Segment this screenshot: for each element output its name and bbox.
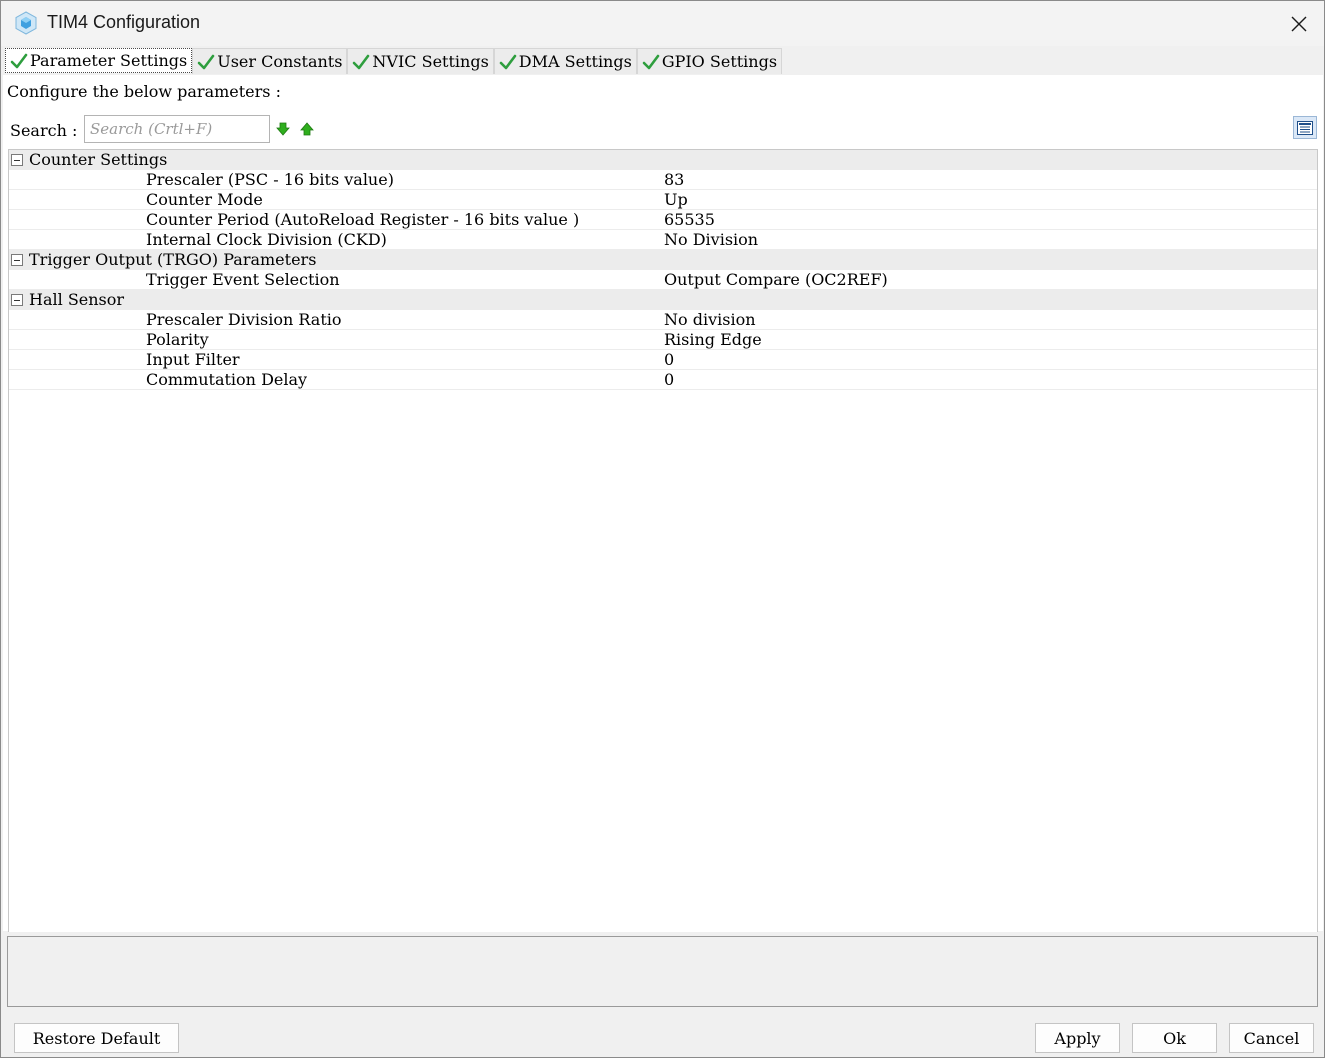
check-icon xyxy=(10,53,28,68)
check-icon xyxy=(499,54,517,69)
param-row-prescaler[interactable]: Prescaler (PSC - 16 bits value) 83 xyxy=(9,170,1317,190)
window-title: TIM4 Configuration xyxy=(47,12,201,32)
search-label: Search : xyxy=(10,121,78,140)
param-value[interactable]: 65535 xyxy=(664,210,715,230)
param-name: Commutation Delay xyxy=(146,370,308,389)
group-label: Counter Settings xyxy=(29,150,168,169)
cancel-button[interactable]: Cancel xyxy=(1229,1023,1314,1053)
tab-parameter-settings[interactable]: Parameter Settings xyxy=(5,48,193,73)
param-row-input-filter[interactable]: Input Filter 0 xyxy=(9,350,1317,370)
param-row-polarity[interactable]: Polarity Rising Edge xyxy=(9,330,1317,350)
group-label: Trigger Output (TRGO) Parameters xyxy=(29,250,317,269)
group-label: Hall Sensor xyxy=(29,290,125,309)
param-value[interactable]: Up xyxy=(664,190,688,210)
dialog-window: TIM4 Configuration Parameter Settings Us… xyxy=(0,0,1325,1058)
param-name: Polarity xyxy=(146,330,209,349)
tab-label: NVIC Settings xyxy=(372,52,489,71)
tab-label: Parameter Settings xyxy=(30,51,188,70)
tab-bar: Parameter Settings User Constants NVIC S… xyxy=(5,48,783,74)
search-input[interactable] xyxy=(84,115,270,143)
param-row-counter-mode[interactable]: Counter Mode Up xyxy=(9,190,1317,210)
parameter-tree: Counter Settings Prescaler (PSC - 16 bit… xyxy=(8,149,1318,932)
group-hall-sensor: Hall Sensor xyxy=(9,290,1317,310)
tab-content-panel: Configure the below parameters : Search … xyxy=(3,75,1323,932)
check-icon xyxy=(642,54,660,69)
param-value[interactable]: 83 xyxy=(664,170,684,190)
check-icon xyxy=(197,54,215,69)
tab-label: GPIO Settings xyxy=(661,52,778,71)
collapse-icon[interactable] xyxy=(11,154,23,166)
param-value[interactable]: Output Compare (OC2REF) xyxy=(664,270,888,290)
param-name: Prescaler (PSC - 16 bits value) xyxy=(146,170,394,189)
param-name: Counter Mode xyxy=(146,190,263,209)
param-name: Input Filter xyxy=(146,350,240,369)
configure-label: Configure the below parameters : xyxy=(7,82,281,101)
close-icon xyxy=(1291,16,1307,32)
param-name: Internal Clock Division (CKD) xyxy=(146,230,387,249)
group-counter-settings: Counter Settings xyxy=(9,150,1317,170)
list-view-icon xyxy=(1297,120,1313,135)
param-value[interactable]: 0 xyxy=(664,350,674,370)
close-button[interactable] xyxy=(1281,6,1317,42)
collapse-icon[interactable] xyxy=(11,254,23,266)
arrow-down-icon[interactable] xyxy=(276,122,290,136)
cube-app-icon xyxy=(15,11,37,35)
tab-gpio-settings[interactable]: GPIO Settings xyxy=(636,48,783,74)
group-trigger-output: Trigger Output (TRGO) Parameters xyxy=(9,250,1317,270)
param-row-trigger-event[interactable]: Trigger Event Selection Output Compare (… xyxy=(9,270,1317,290)
param-value[interactable]: No division xyxy=(664,310,756,330)
param-value[interactable]: Rising Edge xyxy=(664,330,762,350)
description-toggle-button[interactable] xyxy=(1293,116,1317,139)
tab-nvic-settings[interactable]: NVIC Settings xyxy=(347,48,494,74)
arrow-up-icon[interactable] xyxy=(300,122,314,136)
param-row-counter-period[interactable]: Counter Period (AutoReload Register - 16… xyxy=(9,210,1317,230)
ok-button[interactable]: Ok xyxy=(1132,1023,1217,1053)
check-icon xyxy=(353,54,370,69)
tab-user-constants[interactable]: User Constants xyxy=(192,48,348,74)
param-row-prescaler-division-ratio[interactable]: Prescaler Division Ratio No division xyxy=(9,310,1317,330)
tab-dma-settings[interactable]: DMA Settings xyxy=(493,48,637,74)
param-row-commutation-delay[interactable]: Commutation Delay 0 xyxy=(9,370,1317,390)
tab-label: DMA Settings xyxy=(518,52,632,71)
param-name: Counter Period (AutoReload Register - 16… xyxy=(146,210,580,229)
apply-button[interactable]: Apply xyxy=(1035,1023,1120,1053)
description-panel xyxy=(7,936,1318,1007)
restore-default-button[interactable]: Restore Default xyxy=(14,1023,179,1053)
param-row-clock-division[interactable]: Internal Clock Division (CKD) No Divisio… xyxy=(9,230,1317,250)
param-name: Trigger Event Selection xyxy=(146,270,340,289)
title-bar: TIM4 Configuration xyxy=(1,1,1324,46)
param-name: Prescaler Division Ratio xyxy=(146,310,342,329)
collapse-icon[interactable] xyxy=(11,294,23,306)
param-value[interactable]: No Division xyxy=(664,230,758,250)
tab-label: User Constants xyxy=(217,52,343,71)
param-value[interactable]: 0 xyxy=(664,370,674,390)
